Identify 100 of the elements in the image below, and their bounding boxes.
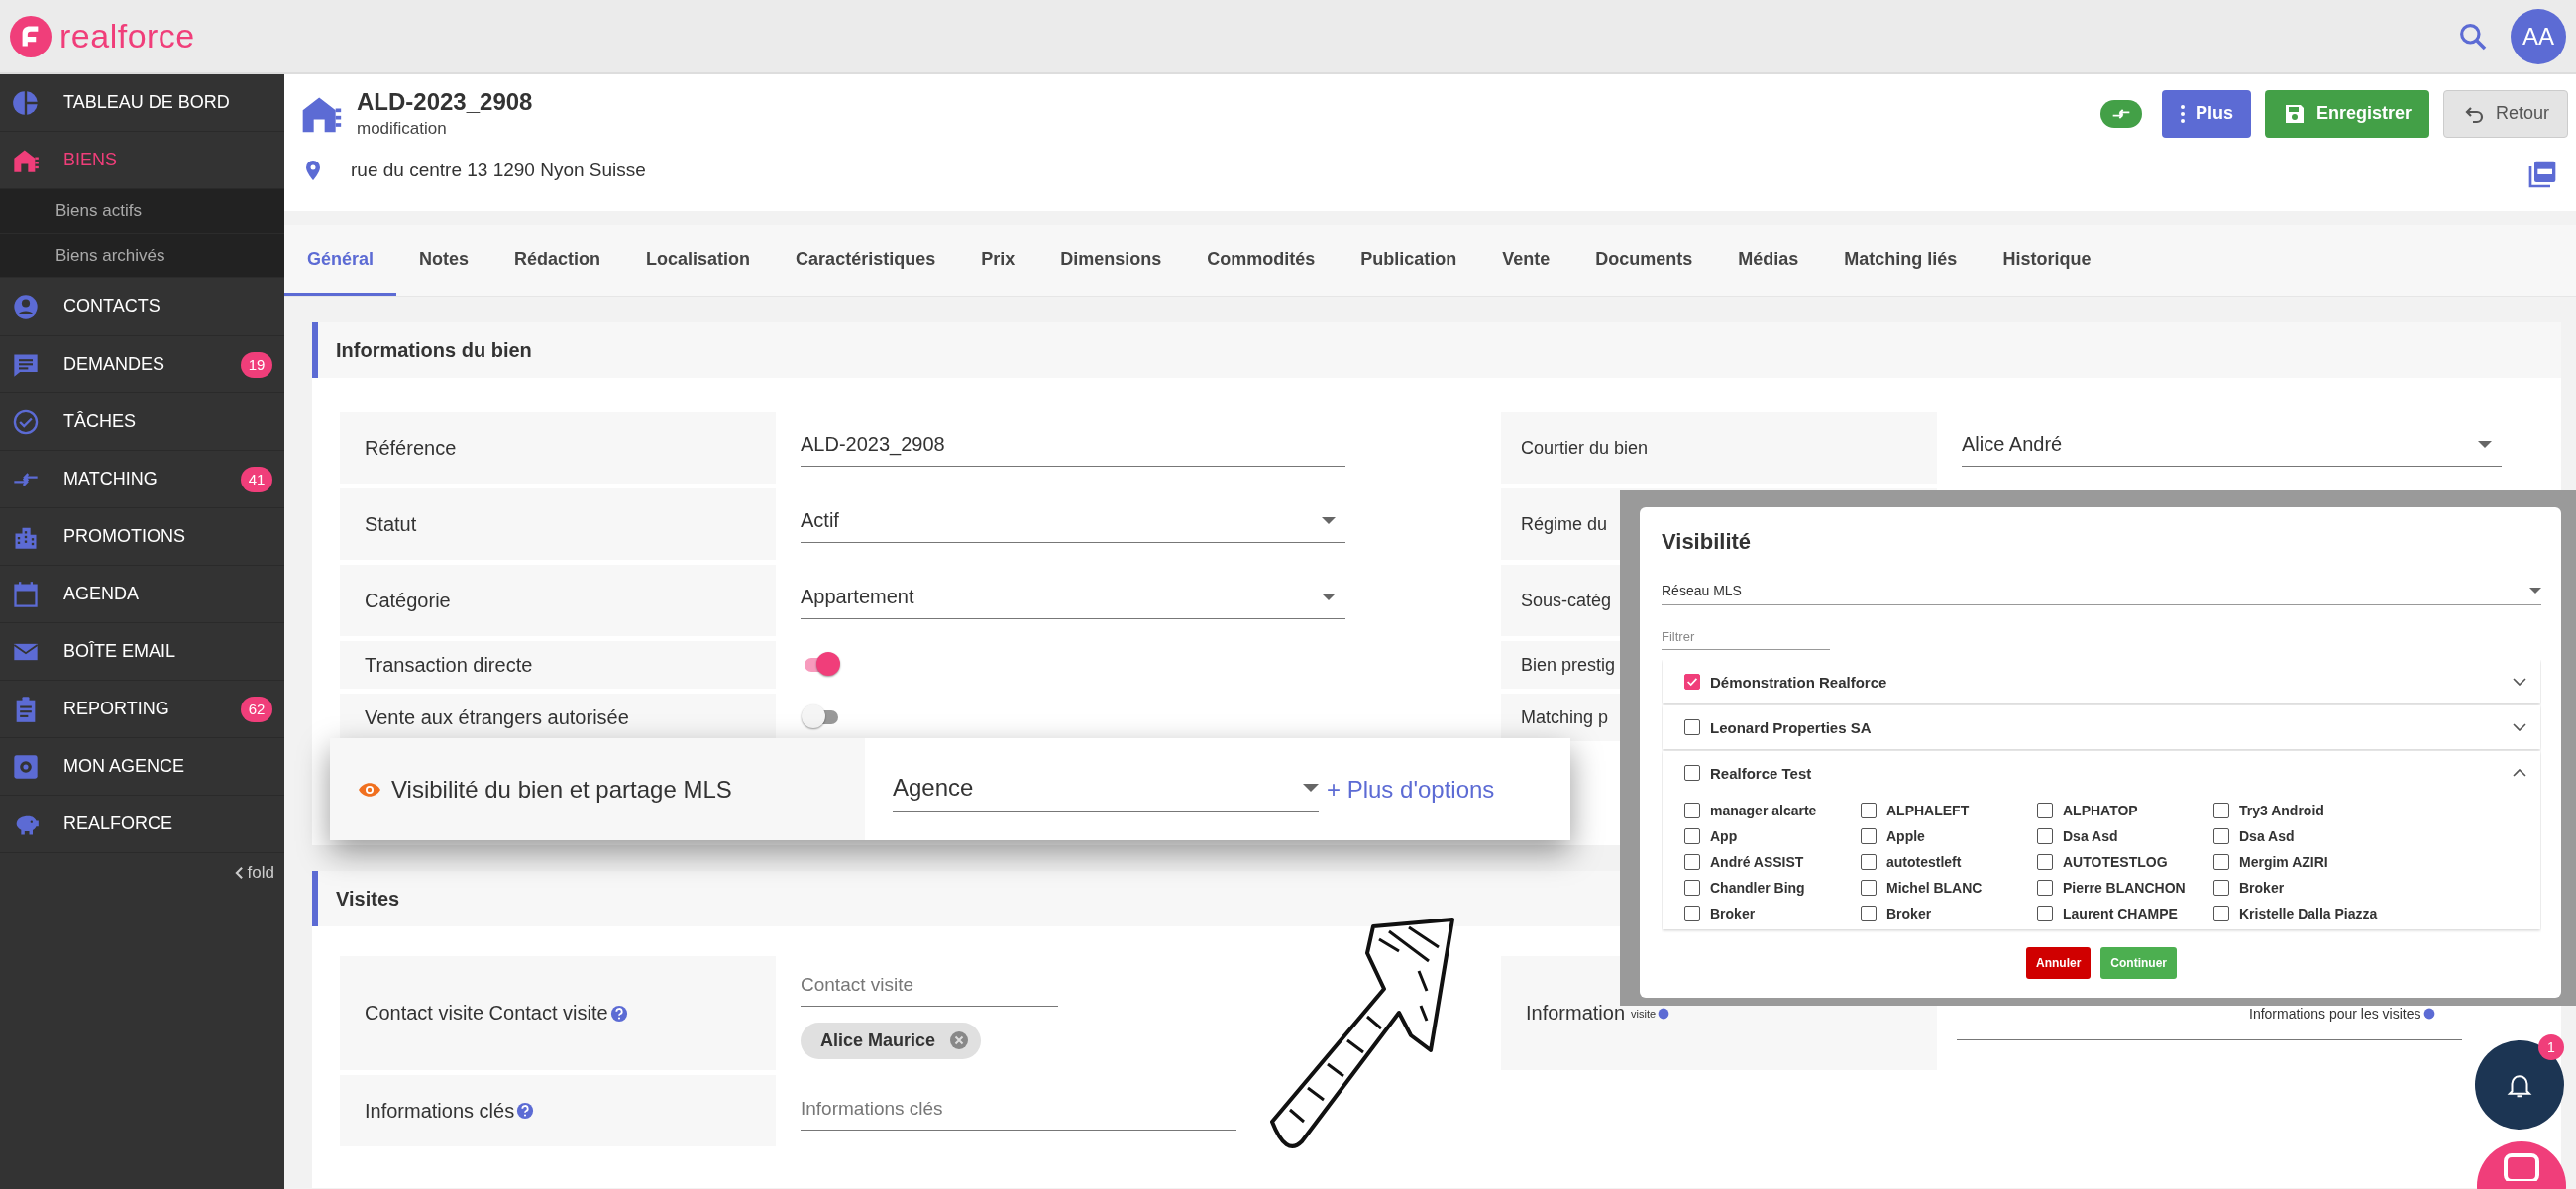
sidebar-subitem[interactable]: Biens actifs <box>0 189 284 234</box>
contact-input-field[interactable]: Contact visite <box>801 967 1058 1007</box>
checkbox[interactable] <box>1684 765 1700 781</box>
tab[interactable]: Notes <box>396 225 492 296</box>
fold-link[interactable]: fold <box>234 863 274 883</box>
field-label: Statut <box>340 488 776 560</box>
tab[interactable]: Prix <box>958 225 1038 296</box>
back-button[interactable]: Retour <box>2442 89 2568 138</box>
checkbox[interactable] <box>1684 803 1700 818</box>
chevron-up-icon[interactable] <box>2513 769 2526 777</box>
checkbox[interactable] <box>2037 880 2053 896</box>
eye-icon <box>358 781 381 798</box>
cancel-button[interactable]: Annuler <box>2026 947 2092 979</box>
tab[interactable]: Dimensions <box>1037 225 1185 296</box>
count-badge: 62 <box>241 696 272 722</box>
checkbox[interactable] <box>2037 803 2053 818</box>
dots-icon <box>2179 103 2186 124</box>
checkbox[interactable] <box>1861 803 1877 818</box>
field-label: Transaction directe <box>340 641 776 689</box>
member-name: Kristelle Dalla Piazza <box>2239 906 2378 921</box>
tab[interactable]: Général <box>284 225 397 296</box>
sidebar-item[interactable]: MATCHING 41 <box>0 451 284 508</box>
tab[interactable]: Commodités <box>1184 225 1339 296</box>
member-name: Broker <box>1710 906 1756 921</box>
pdf-icon[interactable] <box>2526 159 2558 190</box>
field-label: Courtier du bien <box>1501 412 1937 484</box>
tab[interactable]: Vente <box>1479 225 1573 296</box>
tab[interactable]: Documents <box>1572 225 1716 296</box>
checkbox[interactable] <box>2037 854 2053 870</box>
field-label: Référence <box>340 412 776 484</box>
sidebar-item-label: AGENDA <box>63 584 141 604</box>
checkbox[interactable] <box>1861 906 1877 921</box>
sidebar-item-label: BOÎTE EMAIL <box>63 641 177 662</box>
member-name: Pierre BLANCHON <box>2063 880 2186 896</box>
member-name: Try3 Android <box>2239 803 2324 818</box>
matching-button[interactable] <box>2099 99 2142 128</box>
checkbox[interactable] <box>1684 719 1700 735</box>
member-name: AUTOTESTLOG <box>2063 854 2168 870</box>
checkbox[interactable] <box>2213 880 2229 896</box>
caret-down-icon <box>2478 441 2492 448</box>
checkbox[interactable] <box>1684 674 1700 690</box>
agency-name: Leonard Properties SA <box>1710 718 1873 736</box>
close-icon[interactable] <box>949 1030 970 1050</box>
sidebar-item[interactable]: AGENDA <box>0 566 284 623</box>
checkbox[interactable] <box>2037 906 2053 921</box>
checkbox[interactable] <box>2037 828 2053 844</box>
checkbox[interactable] <box>2213 828 2229 844</box>
member-name: Laurent CHAMPE <box>2063 906 2178 921</box>
tab[interactable]: Localisation <box>623 225 774 296</box>
sidebar-item[interactable]: PROMOTIONS <box>0 508 284 566</box>
select-field[interactable]: Appartement <box>801 582 1345 619</box>
section-title: Informations du bien <box>336 338 532 362</box>
member-name: Chandler Bing <box>1710 880 1805 896</box>
checkbox[interactable] <box>1861 854 1877 870</box>
tab[interactable]: Caractéristiques <box>773 225 959 296</box>
tab[interactable]: Historique <box>1980 225 2114 296</box>
sidebar-item[interactable]: CONTACTS <box>0 278 284 336</box>
dialog-title: Visibilité <box>1662 529 1753 555</box>
checkbox[interactable] <box>2213 854 2229 870</box>
property-title: ALD-2023_2908 <box>357 88 533 116</box>
menu-button[interactable]: Plus <box>2161 89 2251 138</box>
tab[interactable]: Médias <box>1715 225 1822 296</box>
tab[interactable]: Matching liés <box>1821 225 1981 296</box>
select-field[interactable]: Actif <box>801 505 1345 543</box>
checkbox[interactable] <box>1861 880 1877 896</box>
sidebar-item[interactable]: BOÎTE EMAIL <box>0 623 284 681</box>
field-label: Catégorie <box>340 565 776 636</box>
select-field[interactable]: Alice André <box>1962 429 2502 467</box>
sidebar-item-label: DEMANDES <box>63 354 165 375</box>
network-select-field[interactable]: Réseau MLS <box>1662 583 2541 605</box>
more-options-link[interactable]: + Plus d'options <box>1327 775 1495 804</box>
tab[interactable]: Rédaction <box>491 225 624 296</box>
checkbox[interactable] <box>1684 828 1700 844</box>
user-avatar[interactable]: AA <box>2511 8 2566 64</box>
checkbox[interactable] <box>2213 906 2229 921</box>
chevron-down-icon[interactable] <box>2513 678 2526 686</box>
sidebar-item[interactable]: REPORTING 62 <box>0 681 284 738</box>
sidebar-subitem[interactable]: Biens archivés <box>0 234 284 278</box>
key-info-input-field[interactable]: Informations clés <box>801 1091 1236 1131</box>
checkbox[interactable] <box>1684 906 1700 921</box>
sidebar-item[interactable]: TABLEAU DE BORD <box>0 74 284 132</box>
checkbox[interactable] <box>1684 854 1700 870</box>
checkbox[interactable] <box>1861 828 1877 844</box>
text-field[interactable]: ALD-2023_2908 <box>801 429 1345 467</box>
count-badge: 41 <box>241 466 272 492</box>
checkbox[interactable] <box>1684 880 1700 896</box>
chat-bubble-icon <box>2502 1151 2541 1181</box>
contact-chip[interactable]: Alice Maurice <box>801 1022 982 1059</box>
checkbox[interactable] <box>2213 803 2229 818</box>
chevron-down-icon[interactable] <box>2513 723 2526 731</box>
select-field[interactable]: Agence <box>893 766 1319 812</box>
tab[interactable]: Publication <box>1338 225 1480 296</box>
logo-icon <box>10 15 52 57</box>
sidebar-item[interactable]: DEMANDES 19 <box>0 336 284 393</box>
member-name: Broker <box>1886 906 1932 921</box>
sidebar-item[interactable]: REALFORCE <box>0 796 284 853</box>
pie-chart-icon <box>12 88 40 117</box>
caret-down-icon <box>1322 517 1336 524</box>
sidebar-item[interactable]: TÂCHES <box>0 393 284 451</box>
sidebar-item[interactable]: MON AGENCE <box>0 738 284 796</box>
